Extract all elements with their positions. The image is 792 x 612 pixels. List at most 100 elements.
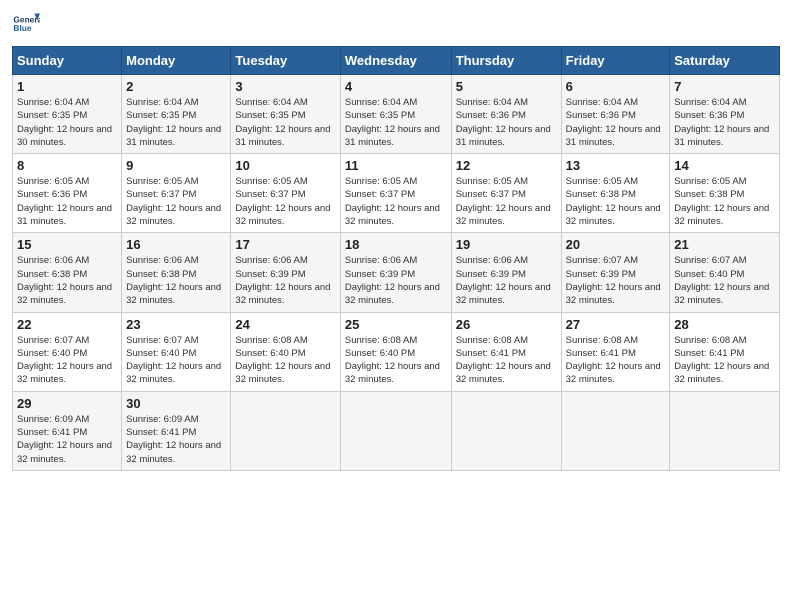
day-info: Sunrise: 6:06 AMSunset: 6:39 PMDaylight:… — [456, 255, 551, 306]
day-info: Sunrise: 6:04 AMSunset: 6:36 PMDaylight:… — [674, 97, 769, 148]
day-cell-29: 29 Sunrise: 6:09 AMSunset: 6:41 PMDaylig… — [13, 391, 122, 470]
day-info: Sunrise: 6:06 AMSunset: 6:39 PMDaylight:… — [345, 255, 440, 306]
day-cell-25: 25 Sunrise: 6:08 AMSunset: 6:40 PMDaylig… — [340, 312, 451, 391]
day-header-tuesday: Tuesday — [231, 47, 340, 75]
day-cell-13: 13 Sunrise: 6:05 AMSunset: 6:38 PMDaylig… — [561, 154, 670, 233]
calendar-week-4: 22 Sunrise: 6:07 AMSunset: 6:40 PMDaylig… — [13, 312, 780, 391]
day-cell-26: 26 Sunrise: 6:08 AMSunset: 6:41 PMDaylig… — [451, 312, 561, 391]
day-header-wednesday: Wednesday — [340, 47, 451, 75]
day-info: Sunrise: 6:08 AMSunset: 6:41 PMDaylight:… — [456, 335, 551, 386]
day-number: 5 — [456, 79, 557, 94]
empty-cell — [451, 391, 561, 470]
calendar-header-row: SundayMondayTuesdayWednesdayThursdayFrid… — [13, 47, 780, 75]
day-info: Sunrise: 6:04 AMSunset: 6:35 PMDaylight:… — [17, 97, 112, 148]
day-info: Sunrise: 6:04 AMSunset: 6:36 PMDaylight:… — [566, 97, 661, 148]
day-info: Sunrise: 6:05 AMSunset: 6:37 PMDaylight:… — [456, 176, 551, 227]
day-info: Sunrise: 6:09 AMSunset: 6:41 PMDaylight:… — [17, 414, 112, 465]
svg-text:Blue: Blue — [13, 23, 31, 33]
day-number: 1 — [17, 79, 117, 94]
day-cell-28: 28 Sunrise: 6:08 AMSunset: 6:41 PMDaylig… — [670, 312, 780, 391]
day-info: Sunrise: 6:05 AMSunset: 6:37 PMDaylight:… — [126, 176, 221, 227]
calendar-week-2: 8 Sunrise: 6:05 AMSunset: 6:36 PMDayligh… — [13, 154, 780, 233]
day-number: 13 — [566, 158, 666, 173]
page-header: General Blue — [12, 10, 780, 38]
calendar-week-3: 15 Sunrise: 6:06 AMSunset: 6:38 PMDaylig… — [13, 233, 780, 312]
day-info: Sunrise: 6:05 AMSunset: 6:36 PMDaylight:… — [17, 176, 112, 227]
day-number: 9 — [126, 158, 226, 173]
day-info: Sunrise: 6:04 AMSunset: 6:36 PMDaylight:… — [456, 97, 551, 148]
day-number: 7 — [674, 79, 775, 94]
day-info: Sunrise: 6:05 AMSunset: 6:38 PMDaylight:… — [674, 176, 769, 227]
day-cell-14: 14 Sunrise: 6:05 AMSunset: 6:38 PMDaylig… — [670, 154, 780, 233]
day-number: 8 — [17, 158, 117, 173]
day-number: 11 — [345, 158, 447, 173]
day-info: Sunrise: 6:06 AMSunset: 6:39 PMDaylight:… — [235, 255, 330, 306]
day-header-thursday: Thursday — [451, 47, 561, 75]
day-cell-8: 8 Sunrise: 6:05 AMSunset: 6:36 PMDayligh… — [13, 154, 122, 233]
day-cell-11: 11 Sunrise: 6:05 AMSunset: 6:37 PMDaylig… — [340, 154, 451, 233]
day-cell-22: 22 Sunrise: 6:07 AMSunset: 6:40 PMDaylig… — [13, 312, 122, 391]
day-info: Sunrise: 6:08 AMSunset: 6:40 PMDaylight:… — [235, 335, 330, 386]
day-info: Sunrise: 6:06 AMSunset: 6:38 PMDaylight:… — [17, 255, 112, 306]
day-cell-9: 9 Sunrise: 6:05 AMSunset: 6:37 PMDayligh… — [122, 154, 231, 233]
day-cell-18: 18 Sunrise: 6:06 AMSunset: 6:39 PMDaylig… — [340, 233, 451, 312]
day-number: 25 — [345, 317, 447, 332]
day-number: 26 — [456, 317, 557, 332]
day-cell-17: 17 Sunrise: 6:06 AMSunset: 6:39 PMDaylig… — [231, 233, 340, 312]
empty-cell — [670, 391, 780, 470]
main-container: General Blue SundayMondayTuesdayWednesda… — [0, 0, 792, 481]
day-number: 6 — [566, 79, 666, 94]
day-info: Sunrise: 6:07 AMSunset: 6:39 PMDaylight:… — [566, 255, 661, 306]
calendar-week-1: 1 Sunrise: 6:04 AMSunset: 6:35 PMDayligh… — [13, 75, 780, 154]
day-cell-3: 3 Sunrise: 6:04 AMSunset: 6:35 PMDayligh… — [231, 75, 340, 154]
day-cell-21: 21 Sunrise: 6:07 AMSunset: 6:40 PMDaylig… — [670, 233, 780, 312]
day-info: Sunrise: 6:05 AMSunset: 6:37 PMDaylight:… — [345, 176, 440, 227]
calendar-week-5: 29 Sunrise: 6:09 AMSunset: 6:41 PMDaylig… — [13, 391, 780, 470]
day-cell-10: 10 Sunrise: 6:05 AMSunset: 6:37 PMDaylig… — [231, 154, 340, 233]
day-info: Sunrise: 6:08 AMSunset: 6:41 PMDaylight:… — [566, 335, 661, 386]
calendar-body: 1 Sunrise: 6:04 AMSunset: 6:35 PMDayligh… — [13, 75, 780, 471]
day-number: 22 — [17, 317, 117, 332]
day-number: 4 — [345, 79, 447, 94]
day-info: Sunrise: 6:09 AMSunset: 6:41 PMDaylight:… — [126, 414, 221, 465]
day-header-saturday: Saturday — [670, 47, 780, 75]
day-info: Sunrise: 6:05 AMSunset: 6:38 PMDaylight:… — [566, 176, 661, 227]
day-header-monday: Monday — [122, 47, 231, 75]
day-number: 18 — [345, 237, 447, 252]
day-info: Sunrise: 6:04 AMSunset: 6:35 PMDaylight:… — [235, 97, 330, 148]
logo-icon: General Blue — [12, 10, 40, 38]
logo: General Blue — [12, 10, 44, 38]
empty-cell — [561, 391, 670, 470]
day-cell-27: 27 Sunrise: 6:08 AMSunset: 6:41 PMDaylig… — [561, 312, 670, 391]
day-number: 20 — [566, 237, 666, 252]
day-cell-24: 24 Sunrise: 6:08 AMSunset: 6:40 PMDaylig… — [231, 312, 340, 391]
day-cell-20: 20 Sunrise: 6:07 AMSunset: 6:39 PMDaylig… — [561, 233, 670, 312]
day-number: 19 — [456, 237, 557, 252]
day-info: Sunrise: 6:08 AMSunset: 6:40 PMDaylight:… — [345, 335, 440, 386]
day-info: Sunrise: 6:07 AMSunset: 6:40 PMDaylight:… — [674, 255, 769, 306]
day-number: 16 — [126, 237, 226, 252]
day-cell-23: 23 Sunrise: 6:07 AMSunset: 6:40 PMDaylig… — [122, 312, 231, 391]
day-number: 15 — [17, 237, 117, 252]
day-number: 14 — [674, 158, 775, 173]
day-cell-2: 2 Sunrise: 6:04 AMSunset: 6:35 PMDayligh… — [122, 75, 231, 154]
day-cell-5: 5 Sunrise: 6:04 AMSunset: 6:36 PMDayligh… — [451, 75, 561, 154]
day-cell-19: 19 Sunrise: 6:06 AMSunset: 6:39 PMDaylig… — [451, 233, 561, 312]
day-cell-4: 4 Sunrise: 6:04 AMSunset: 6:35 PMDayligh… — [340, 75, 451, 154]
day-header-sunday: Sunday — [13, 47, 122, 75]
day-number: 23 — [126, 317, 226, 332]
empty-cell — [231, 391, 340, 470]
day-number: 27 — [566, 317, 666, 332]
day-number: 2 — [126, 79, 226, 94]
day-cell-30: 30 Sunrise: 6:09 AMSunset: 6:41 PMDaylig… — [122, 391, 231, 470]
day-info: Sunrise: 6:04 AMSunset: 6:35 PMDaylight:… — [126, 97, 221, 148]
day-info: Sunrise: 6:05 AMSunset: 6:37 PMDaylight:… — [235, 176, 330, 227]
day-cell-6: 6 Sunrise: 6:04 AMSunset: 6:36 PMDayligh… — [561, 75, 670, 154]
day-number: 30 — [126, 396, 226, 411]
day-number: 21 — [674, 237, 775, 252]
day-info: Sunrise: 6:07 AMSunset: 6:40 PMDaylight:… — [17, 335, 112, 386]
day-number: 3 — [235, 79, 335, 94]
day-header-friday: Friday — [561, 47, 670, 75]
calendar-table: SundayMondayTuesdayWednesdayThursdayFrid… — [12, 46, 780, 471]
day-info: Sunrise: 6:06 AMSunset: 6:38 PMDaylight:… — [126, 255, 221, 306]
